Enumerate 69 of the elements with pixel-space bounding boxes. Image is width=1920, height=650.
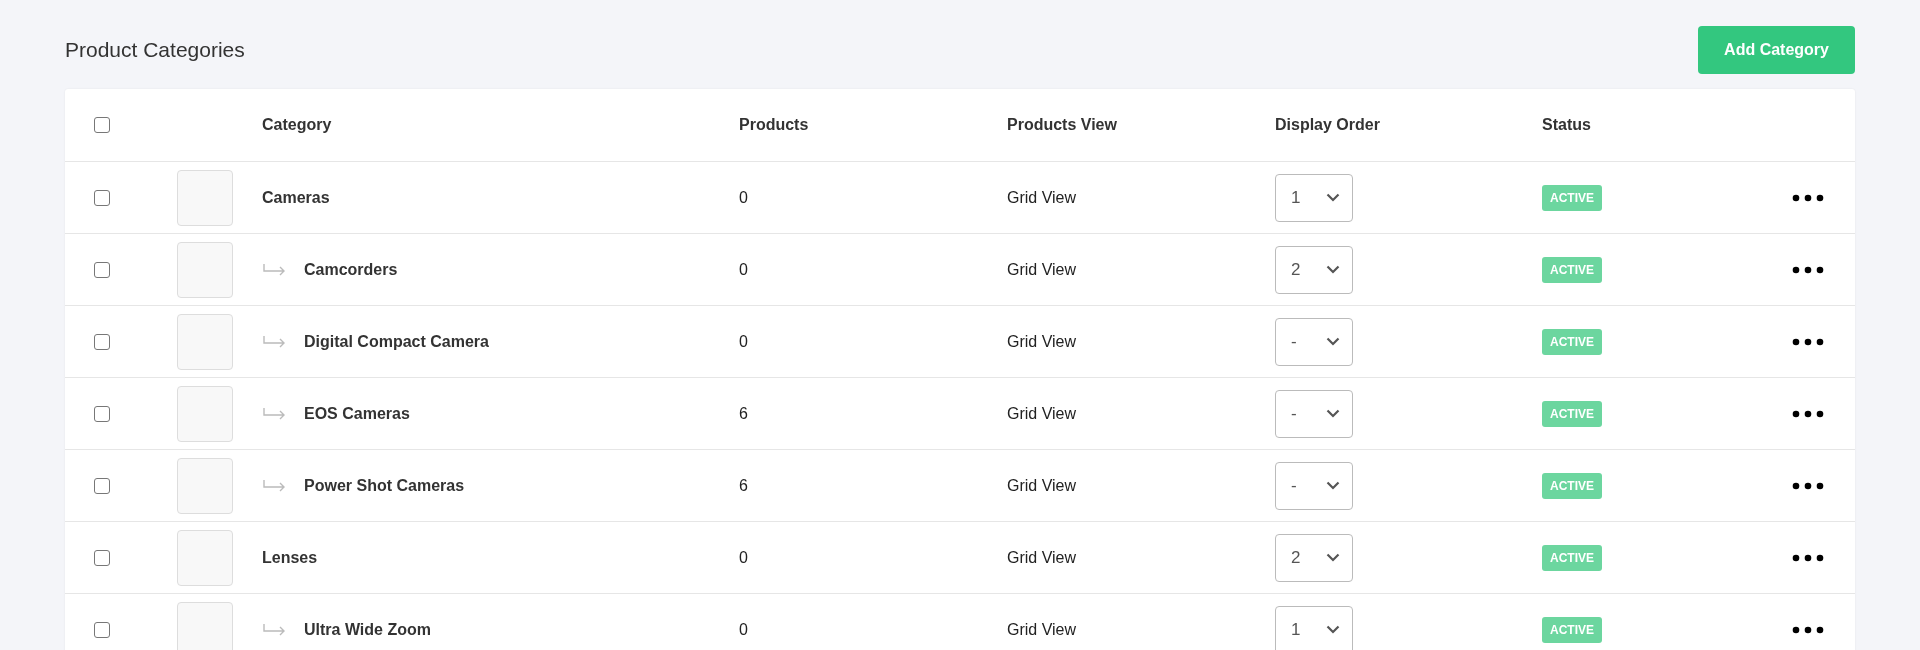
more-options-icon[interactable]: [1792, 337, 1824, 346]
chevron-down-icon: [1326, 409, 1340, 418]
category-name: Power Shot Cameras: [304, 476, 465, 495]
display-order-select[interactable]: 1: [1275, 173, 1353, 222]
more-options-icon[interactable]: [1792, 481, 1824, 490]
more-options-icon[interactable]: [1792, 553, 1824, 562]
category-image-placeholder: [177, 241, 233, 298]
chevron-down-icon: [1326, 481, 1340, 490]
status-badge: ACTIVE: [1542, 544, 1602, 571]
products-count: 0: [739, 332, 748, 350]
products-view: Grid View: [1007, 620, 1077, 638]
category-name: Cameras: [262, 188, 330, 207]
more-options-icon[interactable]: [1792, 625, 1824, 634]
chevron-down-icon: [1326, 193, 1340, 202]
products-view: Grid View: [1007, 188, 1077, 206]
row-checkbox[interactable]: [94, 261, 110, 278]
products-view: Grid View: [1007, 476, 1077, 494]
display-order-select[interactable]: -: [1275, 389, 1353, 438]
status-badge: ACTIVE: [1542, 256, 1602, 283]
chevron-down-icon: [1326, 625, 1340, 634]
display-order-select[interactable]: -: [1275, 461, 1353, 510]
status-badge: ACTIVE: [1542, 472, 1602, 499]
products-count: 0: [739, 188, 748, 206]
select-all-checkbox[interactable]: [94, 117, 110, 133]
category-name: Digital Compact Camera: [304, 332, 489, 351]
column-header: Category: [262, 116, 332, 133]
products-count: 0: [739, 260, 748, 278]
column-header: Display Order: [1275, 116, 1380, 133]
category-name: Ultra Wide Zoom: [304, 620, 431, 639]
products-view: Grid View: [1007, 548, 1077, 566]
status-badge: ACTIVE: [1542, 400, 1602, 427]
row-checkbox[interactable]: [94, 333, 110, 350]
category-name: Lenses: [262, 548, 318, 567]
row-checkbox[interactable]: [94, 189, 110, 206]
row-checkbox[interactable]: [94, 477, 110, 494]
page-title: Product Categories: [65, 38, 245, 62]
category-name: Camcorders: [304, 260, 398, 279]
products-count: 6: [739, 476, 748, 494]
display-order-select[interactable]: 1: [1275, 605, 1353, 650]
column-header: Products: [739, 116, 809, 133]
chevron-down-icon: [1326, 337, 1340, 346]
category-image-placeholder: [177, 169, 233, 226]
products-view: Grid View: [1007, 404, 1077, 422]
display-order-select[interactable]: 2: [1275, 533, 1353, 582]
category-image-placeholder: [177, 313, 233, 370]
row-checkbox[interactable]: [94, 549, 110, 566]
status-badge: ACTIVE: [1542, 184, 1602, 211]
products-count: 0: [739, 548, 748, 566]
category-image-placeholder: [177, 529, 233, 586]
category-image-placeholder: [177, 385, 233, 442]
column-header: Status: [1542, 116, 1591, 133]
chevron-down-icon: [1326, 553, 1340, 562]
status-badge: ACTIVE: [1542, 328, 1602, 355]
products-view: Grid View: [1007, 332, 1077, 350]
more-options-icon[interactable]: [1792, 265, 1824, 274]
chevron-down-icon: [1326, 265, 1340, 274]
row-checkbox[interactable]: [94, 621, 110, 638]
status-badge: ACTIVE: [1542, 616, 1602, 643]
products-view: Grid View: [1007, 260, 1077, 278]
row-checkbox[interactable]: [94, 405, 110, 422]
more-options-icon[interactable]: [1792, 409, 1824, 418]
category-image-placeholder: [177, 457, 233, 514]
products-count: 0: [739, 620, 748, 638]
category-name: EOS Cameras: [304, 404, 410, 423]
display-order-select[interactable]: 2: [1275, 245, 1353, 294]
more-options-icon[interactable]: [1792, 193, 1824, 202]
column-header: Products View: [1007, 116, 1117, 133]
display-order-select[interactable]: -: [1275, 317, 1353, 366]
products-count: 6: [739, 404, 748, 422]
